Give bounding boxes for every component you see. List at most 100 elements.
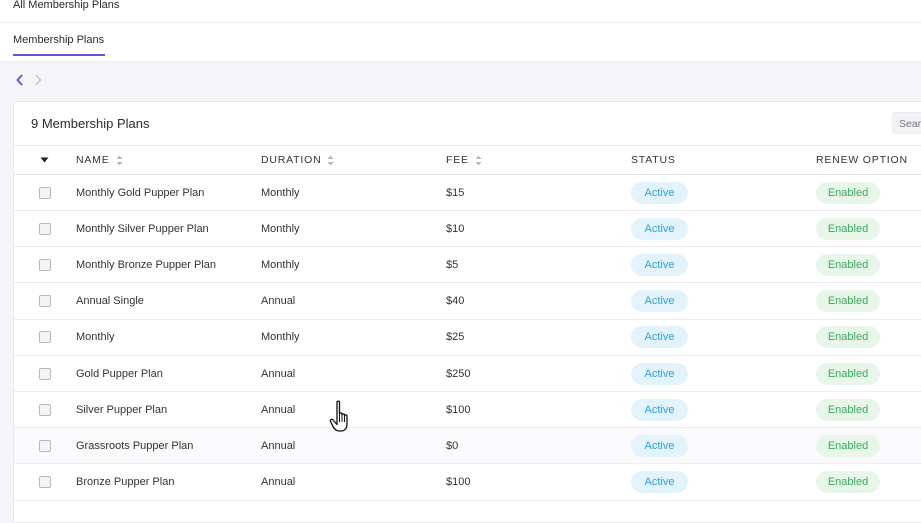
plan-fee: $100	[446, 403, 471, 416]
status-badge: Active	[631, 253, 688, 276]
renew-option-badge: Enabled	[816, 434, 880, 457]
column-label-renew-option: RENEW OPTION	[816, 154, 908, 166]
table-row[interactable]: Gold Pupper Plan Annual $250 Active Enabled	[14, 356, 921, 392]
select-all-caret-icon[interactable]	[40, 146, 49, 174]
plan-fee: $100	[446, 476, 471, 489]
table-row[interactable]: Monthly Bronze Pupper Plan Monthly $5 Activ…	[14, 247, 921, 284]
status-cell: Active	[631, 320, 688, 355]
renew-option-badge: Enabled	[816, 471, 880, 494]
status-badge: Active	[631, 434, 688, 457]
row-checkbox[interactable]	[39, 222, 51, 235]
status-badge: Active	[631, 217, 688, 240]
plan-duration: Annual	[261, 403, 296, 416]
plan-name[interactable]: Monthly	[76, 320, 115, 355]
plan-duration: Monthly	[261, 222, 300, 235]
row-checkbox-cell	[39, 284, 51, 319]
card-header: 9 Membership Plans Sear	[14, 102, 921, 146]
chevron-left-icon[interactable]	[13, 72, 27, 88]
table-row[interactable]: Monthly Monthly $25 Active Enabled	[14, 320, 921, 356]
row-checkbox[interactable]	[39, 186, 51, 199]
plan-fee: $250	[446, 367, 471, 380]
column-header-fee[interactable]: FEE	[446, 146, 482, 174]
status-cell: Active	[631, 465, 688, 500]
plan-duration: Annual	[261, 367, 296, 380]
renew-option-cell: Enabled	[816, 392, 880, 427]
renew-option-cell: Enabled	[816, 428, 880, 463]
row-checkbox-cell	[39, 356, 51, 391]
column-label-fee: FEE	[446, 154, 469, 166]
tab-membership-plans[interactable]: Membership Plans	[13, 34, 106, 56]
column-header-name[interactable]: NAME	[76, 146, 123, 174]
status-badge: Active	[631, 471, 688, 494]
plan-fee: $25	[446, 331, 465, 344]
column-label-status: STATUS	[631, 154, 676, 166]
row-checkbox-cell	[39, 428, 51, 463]
plan-name[interactable]: Grassroots Pupper Plan	[76, 428, 193, 463]
status-cell: Active	[631, 356, 688, 391]
table-header: NAME DURATION FEE STATUS RENEW OPTION	[14, 146, 921, 175]
plan-name[interactable]: Bronze Pupper Plan	[76, 465, 174, 500]
status-cell: Active	[631, 211, 688, 246]
renew-option-badge: Enabled	[816, 398, 880, 421]
plan-name[interactable]: Silver Pupper Plan	[76, 392, 167, 427]
row-checkbox[interactable]	[39, 331, 51, 344]
row-checkbox-cell	[39, 320, 51, 355]
row-checkbox[interactable]	[39, 403, 51, 416]
status-badge: Active	[631, 398, 688, 421]
renew-option-cell: Enabled	[816, 175, 880, 210]
renew-option-cell: Enabled	[816, 320, 880, 355]
row-checkbox[interactable]	[39, 476, 51, 489]
search-input[interactable]: Sear	[892, 112, 921, 134]
plan-duration: Monthly	[261, 331, 300, 344]
row-checkbox-cell	[39, 247, 51, 282]
sort-icon[interactable]	[475, 155, 482, 166]
table-row[interactable]: Monthly Gold Pupper Plan Monthly $15 Active…	[14, 175, 921, 211]
row-checkbox[interactable]	[39, 367, 51, 380]
renew-option-badge: Enabled	[816, 217, 880, 240]
plan-name[interactable]: Gold Pupper Plan	[76, 356, 163, 391]
row-checkbox[interactable]	[39, 258, 51, 271]
plan-name[interactable]: Monthly Gold Pupper Plan	[76, 175, 204, 210]
renew-option-cell: Enabled	[816, 284, 880, 319]
status-cell: Active	[631, 428, 688, 463]
column-label-duration: DURATION	[261, 154, 322, 166]
breadcrumb[interactable]: All Membership Plans	[13, 0, 119, 11]
top-bar: All Membership Plans	[0, 0, 921, 23]
table-row[interactable]: Silver Pupper Plan Annual $100 Active Enable…	[14, 392, 921, 429]
chevron-right-icon[interactable]	[31, 72, 45, 88]
renew-option-cell: Enabled	[816, 247, 880, 282]
renew-option-badge: Enabled	[816, 253, 880, 276]
status-cell: Active	[631, 175, 688, 210]
renew-option-badge: Enabled	[816, 290, 880, 313]
plan-fee: $40	[446, 295, 465, 308]
row-checkbox-cell	[39, 392, 51, 427]
table-row[interactable]: Annual Single Annual $40 Active Enabled	[14, 284, 921, 320]
sort-icon[interactable]	[327, 155, 334, 166]
table-row[interactable]: Monthly Silver Pupper Plan Monthly $10 Acti…	[14, 211, 921, 248]
plan-fee: $10	[446, 222, 465, 235]
renew-option-cell: Enabled	[816, 356, 880, 391]
row-checkbox[interactable]	[39, 295, 51, 308]
column-header-duration[interactable]: DURATION	[261, 146, 334, 174]
plan-fee: $0	[446, 439, 459, 452]
renew-option-cell: Enabled	[816, 211, 880, 246]
renew-option-badge: Enabled	[816, 326, 880, 349]
status-badge: Active	[631, 181, 688, 204]
plan-name[interactable]: Monthly Silver Pupper Plan	[76, 211, 209, 246]
status-cell: Active	[631, 392, 688, 427]
plan-name[interactable]: Monthly Bronze Pupper Plan	[76, 247, 216, 282]
table-row[interactable]: Grassroots Pupper Plan Annual $0 Active Enab…	[14, 428, 921, 465]
plan-fee: $5	[446, 258, 459, 271]
status-badge: Active	[631, 362, 688, 385]
status-cell: Active	[631, 247, 688, 282]
status-cell: Active	[631, 284, 688, 319]
row-checkbox[interactable]	[39, 439, 51, 452]
card-title: 9 Membership Plans	[31, 116, 150, 131]
status-badge: Active	[631, 290, 688, 313]
membership-plans-card: 9 Membership Plans Sear NAME DURATION FE…	[13, 101, 921, 523]
plan-name[interactable]: Annual Single	[76, 284, 144, 319]
plan-duration: Annual	[261, 295, 296, 308]
row-checkbox-cell	[39, 175, 51, 210]
sort-icon[interactable]	[116, 155, 123, 166]
table-row[interactable]: Bronze Pupper Plan Annual $100 Active Enable…	[14, 465, 921, 501]
